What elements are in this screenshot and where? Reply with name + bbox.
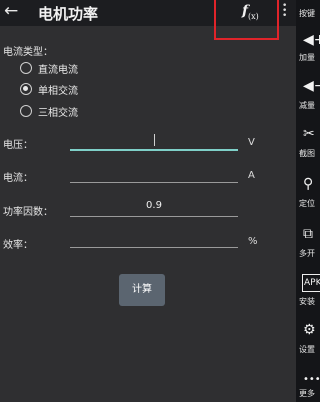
emulator-sidebar: 按键 ◀+ 加量 ◀− 减量 ✂ 截图 ⚲ 定位 ⧉ 多开 APK 安装 ⚙ 设… bbox=[296, 0, 320, 402]
current-label: 电流： bbox=[3, 173, 33, 184]
power-factor-label: 功率因数： bbox=[3, 207, 53, 218]
current-type-label: 电流类型： bbox=[3, 47, 53, 58]
apk-install-icon: APK bbox=[302, 274, 320, 292]
radio-three-phase[interactable]: 三相交流 bbox=[20, 104, 78, 119]
sidebar-item-label: 截图 bbox=[299, 149, 315, 158]
page-title: 电机功率 bbox=[38, 5, 99, 23]
voltage-label: 电压： bbox=[3, 140, 33, 151]
current-input[interactable] bbox=[70, 163, 238, 183]
radio-label: 直流电流 bbox=[38, 64, 78, 76]
volume-down-icon: ◀− bbox=[303, 78, 320, 94]
radio-button-icon[interactable] bbox=[20, 62, 32, 74]
radio-dc[interactable]: 直流电流 bbox=[20, 61, 78, 76]
scissors-icon: ✂ bbox=[303, 126, 315, 142]
location-pin-icon: ⚲ bbox=[303, 176, 314, 192]
sidebar-item-label: 多开 bbox=[299, 249, 315, 258]
text-caret bbox=[154, 134, 155, 146]
volume-up-icon: ◀+ bbox=[303, 32, 320, 48]
voltage-unit: V bbox=[248, 137, 255, 148]
gear-icon: ⚙ bbox=[303, 322, 316, 338]
radio-single-phase[interactable]: 单相交流 bbox=[20, 82, 78, 97]
multi-window-icon: ⧉ bbox=[303, 226, 313, 242]
highlight-box bbox=[214, 0, 279, 40]
efficiency-input[interactable] bbox=[70, 228, 238, 248]
sidebar-item-label: 加量 bbox=[299, 53, 315, 62]
overflow-menu-icon[interactable]: • • • bbox=[282, 2, 287, 21]
radio-label: 单相交流 bbox=[38, 85, 78, 97]
sidebar-item-label: 更多 bbox=[299, 389, 315, 398]
sidebar-item-label: 设置 bbox=[299, 345, 315, 354]
power-factor-input[interactable]: 0.9 bbox=[70, 197, 238, 217]
radio-label: 三相交流 bbox=[38, 107, 78, 119]
back-arrow-icon[interactable]: ← bbox=[4, 1, 18, 21]
sidebar-item-label: 减量 bbox=[299, 101, 315, 110]
sidebar-item-label: 安装 bbox=[299, 297, 315, 306]
sidebar-item-label: 定位 bbox=[299, 199, 315, 208]
calculate-button[interactable]: 计算 bbox=[119, 274, 165, 306]
sidebar-item-label: 按键 bbox=[299, 9, 315, 18]
more-dots-icon: ••• bbox=[303, 374, 320, 385]
efficiency-unit: % bbox=[248, 236, 258, 247]
radio-button-icon[interactable] bbox=[20, 105, 32, 117]
efficiency-label: 效率： bbox=[3, 240, 33, 251]
radio-button-selected-icon[interactable] bbox=[20, 83, 32, 95]
current-unit: A bbox=[248, 170, 255, 181]
voltage-input[interactable] bbox=[70, 131, 238, 151]
